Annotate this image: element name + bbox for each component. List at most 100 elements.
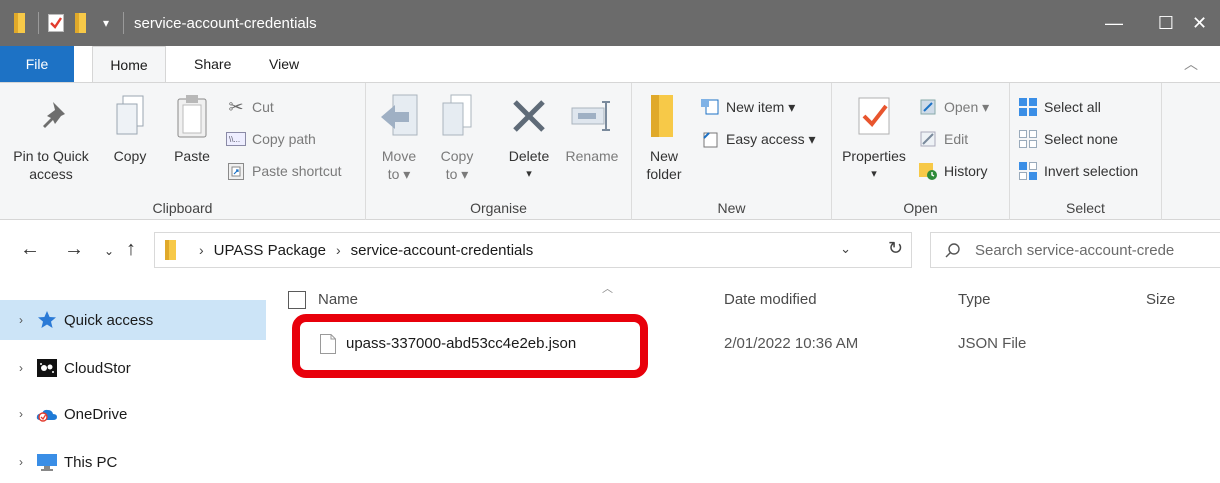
highlight-annotation: [292, 314, 648, 378]
easy-access-icon: [700, 129, 720, 149]
sidebar-item-this-pc[interactable]: › This PC: [0, 442, 266, 482]
new-group-label: New: [717, 200, 746, 216]
new-folder-label-1: New: [649, 148, 678, 164]
paste-shortcut-button[interactable]: Paste shortcut: [226, 159, 342, 183]
delete-dropdown-icon[interactable]: ▾: [504, 165, 554, 183]
folder-icon[interactable]: [12, 12, 30, 34]
open-button[interactable]: Open ▾: [918, 95, 989, 119]
column-header-date-modified[interactable]: Date modified: [724, 282, 817, 318]
select-none-button[interactable]: Select none: [1018, 127, 1118, 151]
breadcrumb-upass-package[interactable]: UPASS Package: [214, 242, 326, 259]
copy-to-icon: [434, 89, 480, 143]
new-folder-icon[interactable]: [73, 12, 91, 34]
search-placeholder: Search service-account-crede: [975, 241, 1175, 259]
tab-view[interactable]: View: [255, 46, 313, 82]
address-dropdown-icon[interactable]: ⌄: [840, 241, 851, 257]
paste-button[interactable]: Paste: [166, 89, 218, 165]
ribbon: Pin to Quick access Copy Paste ✂ Cut \\.…: [0, 82, 1220, 220]
delete-button[interactable]: Delete ▾: [504, 89, 554, 183]
window-controls: — ☐ ✕: [1088, 0, 1220, 46]
breadcrumb: › UPASS Package › service-account-creden…: [179, 242, 533, 259]
edit-button[interactable]: Edit: [918, 127, 968, 151]
sidebar-item-label: CloudStor: [64, 359, 131, 377]
address-folder-icon: [165, 240, 179, 260]
rename-button[interactable]: Rename: [562, 89, 622, 165]
pin-label-line2: access: [29, 166, 73, 182]
back-arrow-icon[interactable]: ←: [20, 238, 40, 261]
clipboard-group-label: Clipboard: [152, 200, 213, 216]
properties-dropdown-icon[interactable]: ▾: [838, 165, 910, 183]
properties-button[interactable]: Properties ▾: [838, 89, 910, 183]
expand-chevron-icon[interactable]: ›: [6, 407, 36, 421]
column-header-size[interactable]: Size: [1146, 282, 1175, 318]
select-none-label: Select none: [1044, 131, 1118, 147]
rename-icon: [562, 89, 622, 143]
paste-label: Paste: [174, 148, 210, 164]
select-all-checkbox[interactable]: [288, 291, 306, 309]
new-item-button[interactable]: New item ▾: [700, 95, 795, 119]
paste-icon: [166, 89, 218, 143]
collapse-ribbon-icon[interactable]: ︿: [1184, 54, 1198, 74]
move-to-label-2: to ▾: [387, 166, 411, 182]
title-bar: ▾ service-account-credentials — ☐ ✕: [0, 0, 1220, 46]
select-all-button[interactable]: Select all: [1018, 95, 1101, 119]
properties-label: Properties: [842, 148, 906, 164]
sidebar-item-onedrive[interactable]: › OneDrive: [0, 394, 266, 434]
column-header-type[interactable]: Type: [958, 282, 991, 318]
customize-toolbar-icon[interactable]: ▾: [97, 12, 115, 34]
new-item-label: New item ▾: [726, 98, 796, 115]
copy-button[interactable]: Copy: [108, 89, 152, 165]
up-arrow-icon[interactable]: ↑: [126, 238, 136, 261]
close-button[interactable]: ✕: [1192, 0, 1220, 46]
history-button[interactable]: History: [918, 159, 988, 183]
toolbar-separator: [123, 12, 124, 34]
tab-file[interactable]: File: [0, 46, 74, 82]
cut-button[interactable]: ✂ Cut: [226, 95, 274, 119]
maximize-button[interactable]: ☐: [1140, 0, 1192, 46]
new-folder-button[interactable]: New folder: [638, 89, 690, 183]
pin-label-line1: Pin to Quick: [13, 148, 89, 164]
sidebar-item-label: This PC: [64, 453, 118, 471]
pin-to-quick-access-button[interactable]: Pin to Quick access: [12, 89, 90, 183]
breadcrumb-chevron-icon[interactable]: ›: [336, 242, 341, 258]
cut-label: Cut: [252, 99, 274, 115]
invert-selection-button[interactable]: Invert selection: [1018, 159, 1138, 183]
select-all-icon: [1018, 97, 1038, 117]
refresh-icon[interactable]: ↻: [888, 238, 903, 259]
forward-arrow-icon[interactable]: →: [64, 238, 84, 261]
properties-check-icon[interactable]: [47, 12, 65, 34]
open-label: Open ▾: [944, 98, 990, 115]
copy-path-button[interactable]: \\... Copy path: [226, 127, 316, 151]
select-group-label: Select: [1066, 200, 1105, 216]
paste-shortcut-icon: [226, 161, 246, 181]
minimize-button[interactable]: —: [1088, 0, 1140, 46]
copy-to-label-2: to ▾: [445, 166, 469, 182]
recent-locations-chevron-icon[interactable]: ⌄: [104, 244, 114, 258]
column-header-name[interactable]: Name: [318, 282, 358, 318]
pc-icon: [36, 452, 58, 472]
cloudstor-icon: [36, 358, 58, 378]
svg-text:\\...: \\...: [229, 135, 240, 144]
move-to-icon: [374, 89, 424, 143]
tab-share[interactable]: Share: [180, 46, 245, 82]
sidebar-item-quick-access[interactable]: › Quick access: [0, 300, 266, 340]
expand-chevron-icon[interactable]: ›: [6, 455, 36, 469]
search-input[interactable]: Search service-account-crede: [930, 232, 1220, 268]
address-bar[interactable]: › UPASS Package › service-account-creden…: [154, 232, 912, 268]
history-label: History: [944, 163, 988, 179]
expand-chevron-icon[interactable]: ›: [6, 361, 36, 375]
paste-shortcut-label: Paste shortcut: [252, 163, 342, 179]
sidebar-item-cloudstor[interactable]: › CloudStor: [0, 348, 266, 388]
select-group: Select all Select none Invert selection …: [1010, 83, 1162, 220]
sidebar-item-label: Quick access: [64, 311, 154, 329]
address-row: ← → ⌄ ↑ › UPASS Package › service-accoun…: [0, 220, 1220, 282]
sort-ascending-icon: ︿: [602, 283, 613, 295]
copy-to-button[interactable]: Copy to ▾: [434, 89, 480, 183]
organise-group: Move to ▾ Copy to ▾ Delete ▾ Rename Orga…: [366, 83, 632, 220]
breadcrumb-service-account-credentials[interactable]: service-account-credentials: [351, 242, 534, 259]
easy-access-button[interactable]: Easy access ▾: [700, 127, 816, 151]
expand-chevron-icon[interactable]: ›: [6, 313, 36, 327]
tab-home[interactable]: Home: [92, 46, 166, 83]
breadcrumb-chevron-icon[interactable]: ›: [199, 242, 204, 258]
move-to-button[interactable]: Move to ▾: [374, 89, 424, 183]
